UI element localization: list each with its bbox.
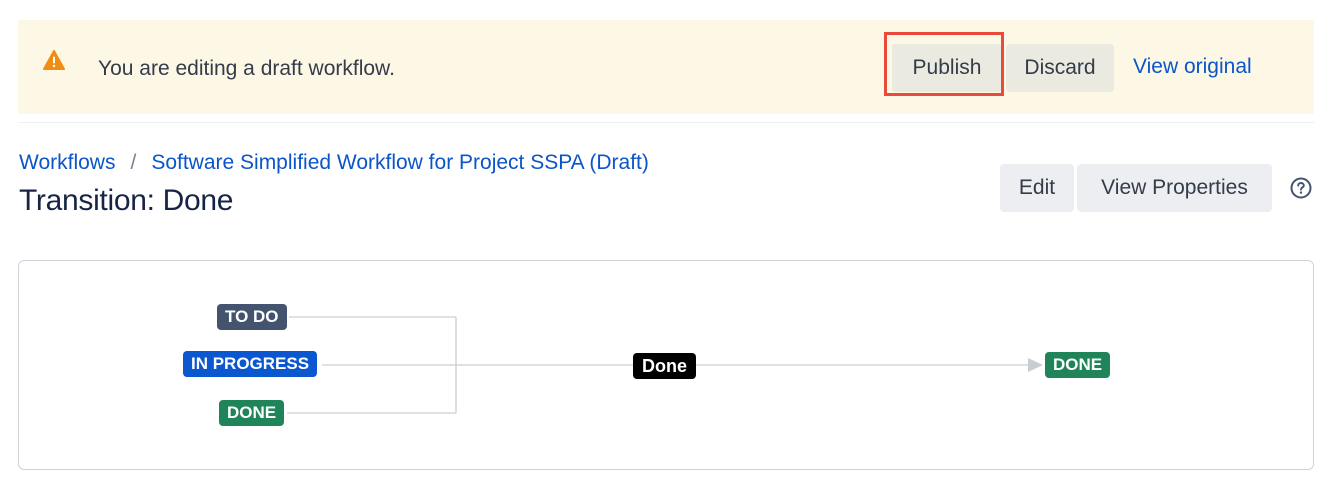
transition-label: Done [633, 353, 696, 379]
status-lozenge-in-progress: IN PROGRESS [183, 351, 318, 377]
diagram-connectors [287, 316, 1043, 414]
status-lozenge-done-target: DONE [1045, 352, 1111, 378]
status-lozenge-done-source: DONE [219, 400, 285, 426]
transition-arrowhead [1028, 358, 1043, 372]
status-lozenge-todo: TO DO [217, 304, 287, 330]
